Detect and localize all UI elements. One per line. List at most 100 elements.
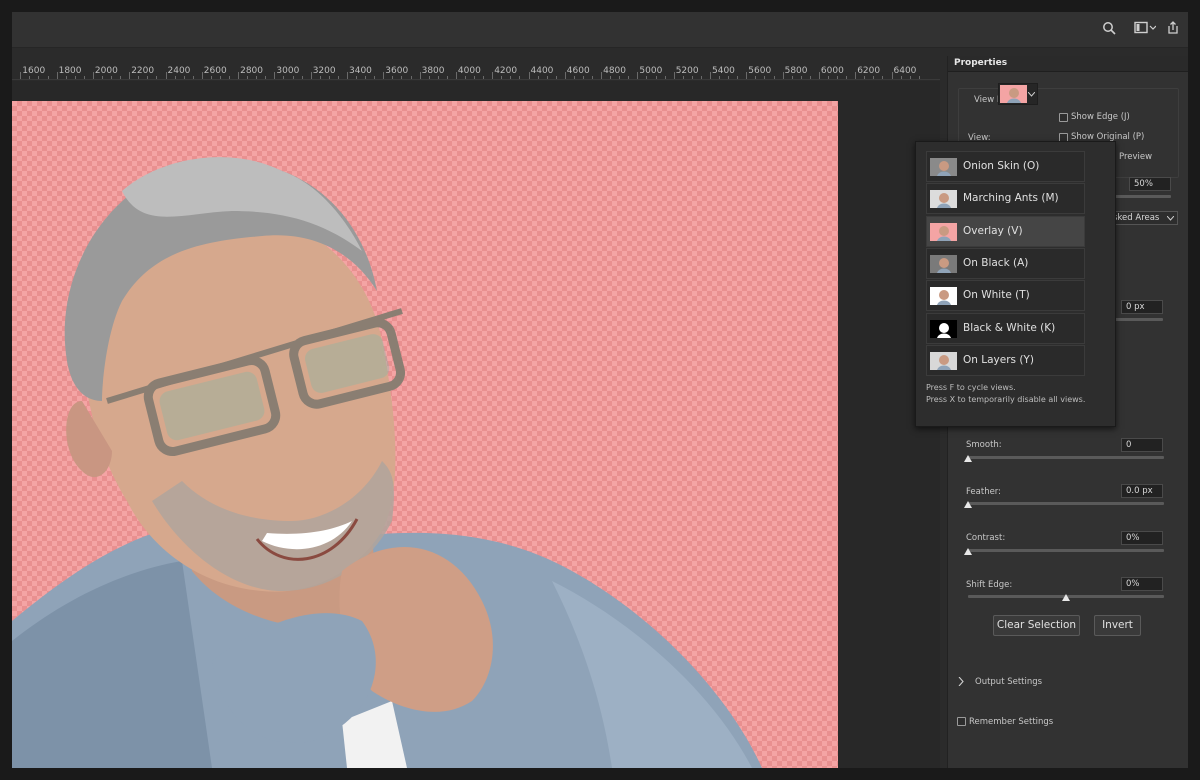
- ruler-minor-tick: [728, 76, 730, 79]
- ruler-minor-tick: [328, 76, 330, 79]
- view-mode-option[interactable]: On White (T): [926, 280, 1085, 312]
- masked-areas-select[interactable]: sked Areas: [1108, 211, 1178, 225]
- ruler-tick: [782, 72, 784, 79]
- ruler-label: 2400: [167, 66, 191, 76]
- ruler-tick: [419, 72, 421, 79]
- ruler-minor-tick: [846, 76, 848, 79]
- ruler-minor-tick: [900, 76, 902, 79]
- chevron-right-icon[interactable]: [958, 677, 964, 686]
- masked-areas-value: sked Areas: [1113, 213, 1160, 223]
- ruler-minor-tick: [791, 76, 793, 79]
- overlay-thumbnail: [1000, 85, 1027, 103]
- ruler-minor-tick: [101, 76, 103, 79]
- panel-title: Properties: [954, 58, 1008, 68]
- ruler-label: 6000: [820, 66, 844, 76]
- ruler-minor-tick: [38, 76, 40, 79]
- show-edge-label: Show Edge (J): [1071, 112, 1130, 122]
- view-mode-dropdown-button[interactable]: [998, 83, 1038, 105]
- ruler-minor-tick: [619, 76, 621, 79]
- contrast-slider-knob[interactable]: [964, 548, 972, 555]
- ruler-label: 5200: [675, 66, 699, 76]
- ruler-minor-tick: [428, 76, 430, 79]
- ruler-label: 4400: [530, 66, 554, 76]
- view-mode-option[interactable]: On Black (A): [926, 247, 1085, 279]
- ruler-minor-tick: [111, 76, 113, 79]
- smooth-slider-knob[interactable]: [964, 455, 972, 462]
- contrast-field[interactable]: 0%: [1121, 531, 1163, 545]
- ruler-minor-tick: [755, 76, 757, 79]
- ruler-minor-tick: [247, 76, 249, 79]
- top-options-bar: [12, 12, 1188, 48]
- ruler-minor-tick: [546, 76, 548, 79]
- ruler-minor-tick: [474, 76, 476, 79]
- smooth-slider-track[interactable]: [968, 456, 1164, 459]
- ruler-label: 1600: [22, 66, 46, 76]
- remember-settings-checkbox[interactable]: [957, 717, 966, 726]
- ruler-label: 4600: [566, 66, 590, 76]
- ruler-tick: [601, 72, 603, 79]
- ruler-minor-tick: [873, 76, 875, 79]
- ruler-tick: [492, 72, 494, 79]
- clear-selection-button[interactable]: Clear Selection: [993, 615, 1080, 636]
- shift-edge-field[interactable]: 0%: [1121, 577, 1163, 591]
- view-mode-option[interactable]: Onion Skin (O): [926, 151, 1085, 182]
- ruler-minor-tick: [210, 76, 212, 79]
- radius-slider-track[interactable]: [1108, 318, 1163, 321]
- view-mode-option[interactable]: Marching Ants (M): [926, 183, 1085, 215]
- smooth-label: Smooth:: [966, 440, 1002, 450]
- ruler-tick: [310, 72, 312, 79]
- ruler-minor-tick: [337, 76, 339, 79]
- opacity-field[interactable]: 50%: [1129, 177, 1171, 191]
- image-canvas-overlay[interactable]: [12, 101, 838, 768]
- shift-edge-slider-knob[interactable]: [1062, 594, 1070, 601]
- ruler-tick: [673, 72, 675, 79]
- ruler-minor-tick: [147, 76, 149, 79]
- share-icon[interactable]: [1166, 20, 1182, 36]
- ruler-minor-tick: [29, 76, 31, 79]
- radius-field[interactable]: 0 px: [1121, 300, 1163, 314]
- portrait-photo: [12, 157, 762, 768]
- search-icon[interactable]: [1102, 20, 1118, 36]
- opacity-slider-track[interactable]: [1108, 195, 1171, 198]
- view-mode-option[interactable]: Black & White (K): [926, 312, 1085, 344]
- feather-label: Feather:: [966, 487, 1002, 497]
- view-mode-option[interactable]: On Layers (Y): [926, 344, 1085, 376]
- view-mode-option-label: Black & White (K): [963, 321, 1056, 334]
- view-thumbnail: [930, 287, 957, 306]
- ruler-minor-tick: [156, 76, 158, 79]
- ruler-minor-tick: [537, 76, 539, 79]
- workspace-icon[interactable]: [1134, 20, 1157, 36]
- view-mode-option[interactable]: Overlay (V): [926, 215, 1085, 247]
- show-edge-checkbox[interactable]: [1059, 113, 1068, 122]
- ruler-minor-tick: [319, 76, 321, 79]
- feather-field[interactable]: 0.0 px: [1121, 484, 1163, 498]
- feather-slider-knob[interactable]: [964, 501, 972, 508]
- ruler-minor-tick: [510, 76, 512, 79]
- ruler-minor-tick: [120, 76, 122, 79]
- shift-edge-label: Shift Edge:: [966, 580, 1013, 590]
- invert-button[interactable]: Invert: [1094, 615, 1141, 636]
- output-settings-label[interactable]: Output Settings: [975, 677, 1042, 687]
- chevron-down-icon: [1028, 92, 1035, 97]
- dropdown-hint-disable: Press X to temporarily disable all views…: [926, 395, 1086, 404]
- ruler-minor-tick: [864, 76, 866, 79]
- ruler-minor-tick: [437, 76, 439, 79]
- view-thumbnail: [930, 319, 957, 338]
- view-mode-option-label: On Black (A): [963, 256, 1029, 269]
- ruler-tick: [383, 72, 385, 79]
- feather-slider-track[interactable]: [968, 502, 1164, 505]
- properties-tab[interactable]: Properties: [948, 56, 1188, 72]
- canvas-area: [12, 81, 940, 768]
- remember-settings-label: Remember Settings: [969, 717, 1054, 727]
- view-mode-option-label: Marching Ants (M): [963, 192, 1059, 205]
- ruler-tick: [637, 72, 639, 79]
- ruler-minor-tick: [65, 76, 67, 79]
- contrast-slider-track[interactable]: [968, 549, 1164, 552]
- smooth-field[interactable]: 0: [1121, 438, 1163, 452]
- ruler-tick: [238, 72, 240, 79]
- ruler-minor-tick: [837, 76, 839, 79]
- ruler-tick: [710, 72, 711, 79]
- ruler-minor-tick: [628, 76, 630, 79]
- ruler-minor-tick: [365, 76, 367, 79]
- ruler-minor-tick: [301, 76, 303, 79]
